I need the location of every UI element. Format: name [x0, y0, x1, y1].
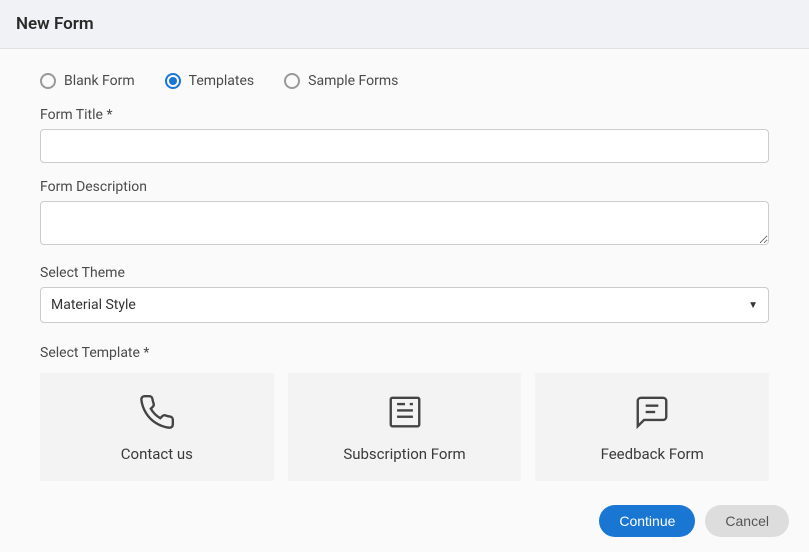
template-name: Contact us — [121, 445, 193, 463]
form-title-group: Form Title * — [40, 107, 769, 163]
form-type-radio-group: Blank Form Templates Sample Forms — [40, 73, 769, 89]
select-theme-label: Select Theme — [40, 265, 769, 281]
radio-label: Templates — [189, 73, 255, 89]
form-description-input[interactable] — [40, 201, 769, 245]
message-icon — [633, 393, 671, 431]
radio-label: Sample Forms — [308, 73, 398, 89]
radio-icon — [165, 73, 181, 89]
form-description-group: Form Description — [40, 179, 769, 249]
dialog-header: New Form — [0, 0, 809, 49]
label-text: Form Title — [40, 107, 106, 123]
form-title-label: Form Title * — [40, 107, 769, 123]
required-asterisk: * — [143, 345, 149, 361]
template-card-contact[interactable]: Contact us — [40, 373, 274, 481]
radio-label: Blank Form — [64, 73, 135, 89]
select-theme-group: Select Theme Material Style ▼ — [40, 265, 769, 323]
radio-sample-forms[interactable]: Sample Forms — [284, 73, 398, 89]
dialog-footer: Continue Cancel — [0, 493, 809, 547]
radio-icon — [40, 73, 56, 89]
template-grid: Contact us Subscription Form Feedback Fo… — [40, 373, 769, 481]
template-card-subscription[interactable]: Subscription Form — [288, 373, 522, 481]
newspaper-icon — [386, 393, 424, 431]
template-card-feedback[interactable]: Feedback Form — [535, 373, 769, 481]
dialog-title: New Form — [16, 14, 793, 34]
select-template-label: Select Template * — [40, 345, 769, 361]
chevron-down-icon: ▼ — [748, 300, 758, 311]
template-name: Subscription Form — [343, 445, 465, 463]
label-text: Select Template — [40, 345, 143, 361]
form-title-input[interactable] — [40, 129, 769, 163]
radio-icon — [284, 73, 300, 89]
cancel-button[interactable]: Cancel — [705, 505, 789, 537]
form-description-label: Form Description — [40, 179, 769, 195]
required-asterisk: * — [106, 107, 112, 123]
template-name: Feedback Form — [601, 445, 704, 463]
radio-blank-form[interactable]: Blank Form — [40, 73, 135, 89]
select-theme-value: Material Style — [51, 297, 136, 313]
dialog-content: Blank Form Templates Sample Forms Form T… — [0, 49, 809, 493]
select-theme-dropdown[interactable]: Material Style ▼ — [40, 287, 769, 323]
select-template-group: Select Template * Contact us Subscriptio… — [40, 345, 769, 481]
radio-templates[interactable]: Templates — [165, 73, 255, 89]
continue-button[interactable]: Continue — [599, 505, 695, 537]
phone-icon — [138, 393, 176, 431]
